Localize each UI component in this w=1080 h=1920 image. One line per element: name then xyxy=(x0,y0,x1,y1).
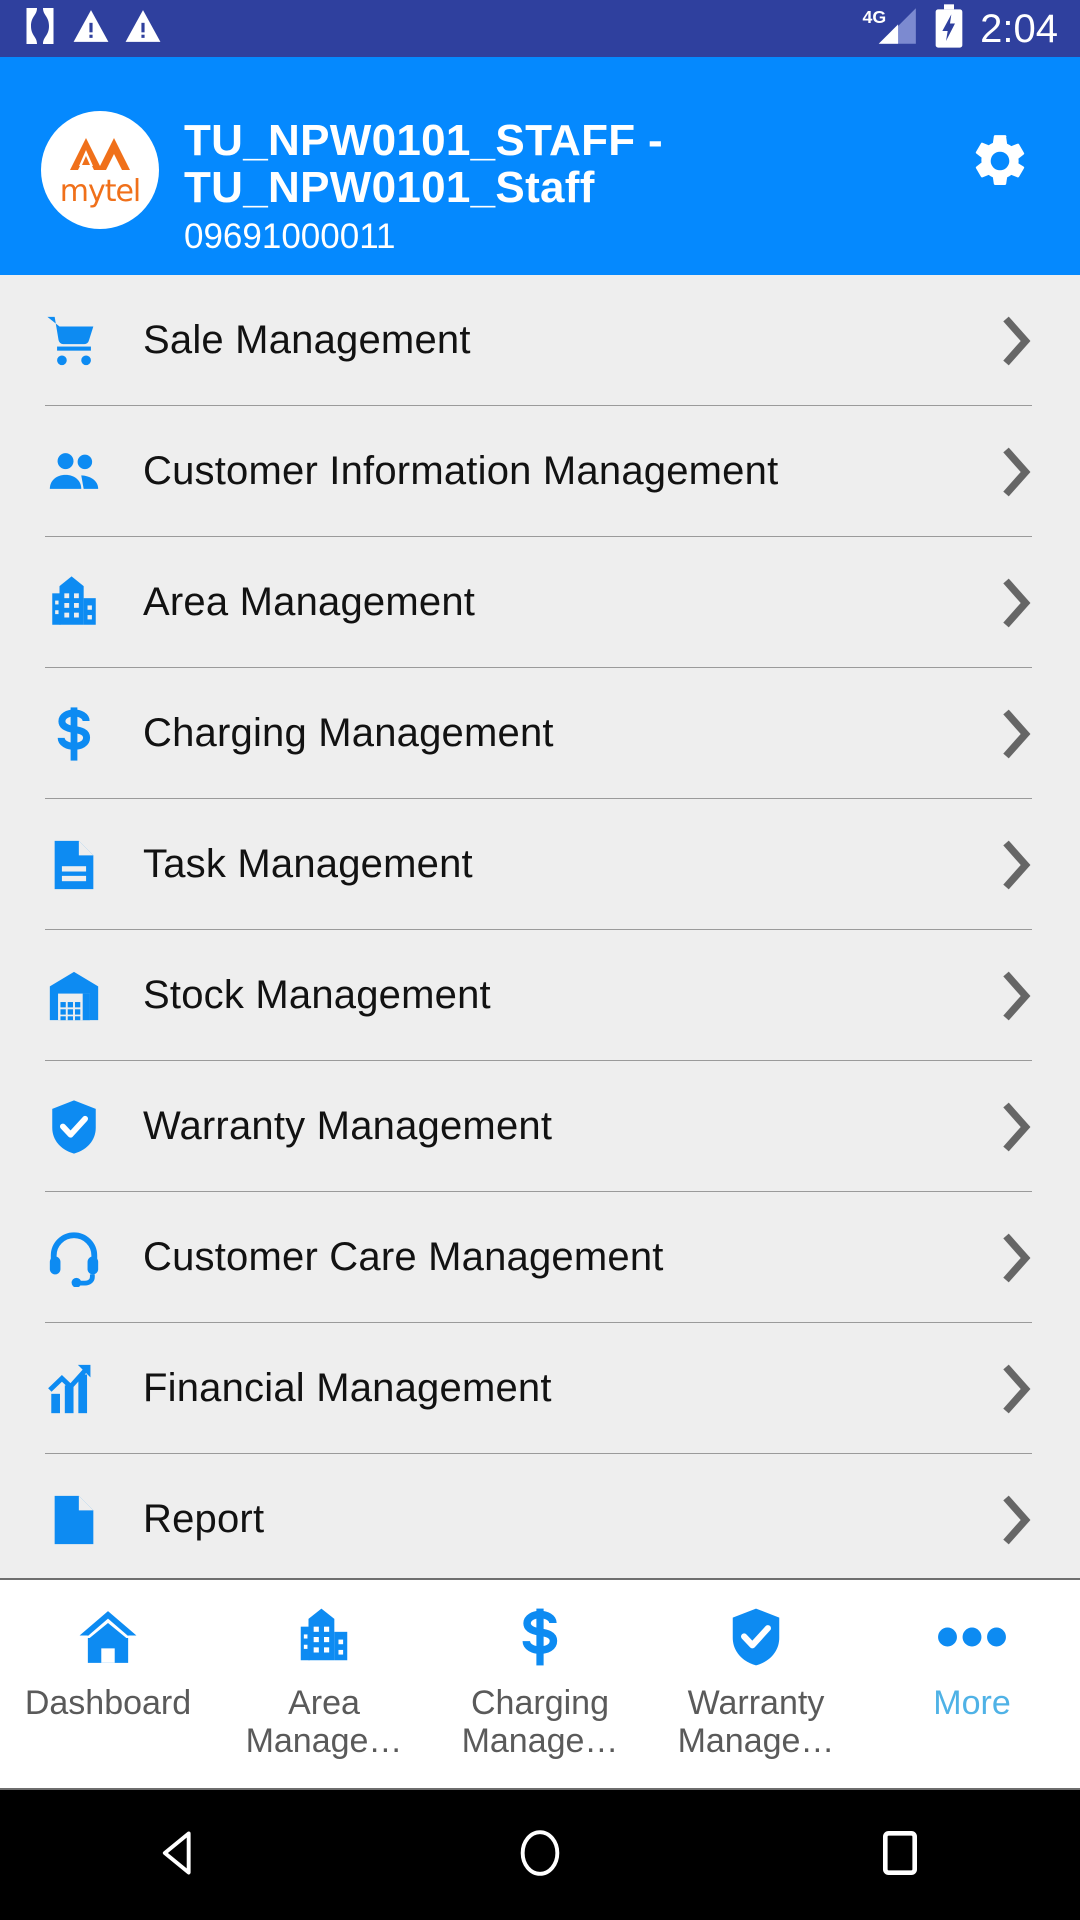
menu-item-label: Stock Management xyxy=(143,973,491,1017)
document-icon xyxy=(43,834,105,896)
headset-icon xyxy=(43,1227,105,1289)
building-icon xyxy=(43,572,105,634)
mytel-logo: mytel xyxy=(41,111,159,229)
menu-item-financial-management[interactable]: Financial Management xyxy=(0,1323,1080,1454)
shield-check-icon xyxy=(43,1096,105,1158)
app-screen: 4G 2:04 mytel TU_NPW0101_STAFF - TU_NPW0… xyxy=(0,0,1080,1920)
tab-charging-management[interactable]: Charging Manage… xyxy=(432,1580,648,1788)
back-triangle-icon xyxy=(154,1827,206,1884)
app-notification-icon xyxy=(22,6,58,51)
status-bar: 4G 2:04 xyxy=(0,0,1080,57)
chevron-right-icon xyxy=(1002,577,1032,629)
menu-item-label: Customer Care Management xyxy=(143,1235,664,1279)
tab-area-management[interactable]: Area Manage… xyxy=(216,1580,432,1788)
chevron-right-icon xyxy=(1002,839,1032,891)
svg-text:4G: 4G xyxy=(863,7,887,27)
gear-icon xyxy=(969,130,1031,197)
more-dots-icon xyxy=(937,1602,1007,1672)
header-text-block: TU_NPW0101_STAFF - TU_NPW0101_Staff 0969… xyxy=(184,117,964,257)
warehouse-icon xyxy=(43,965,105,1027)
battery-charging-icon xyxy=(934,4,964,53)
home-icon xyxy=(75,1602,141,1672)
back-button[interactable] xyxy=(120,1790,240,1920)
chevron-right-icon xyxy=(1002,1494,1032,1546)
chevron-right-icon xyxy=(1002,1363,1032,1415)
menu-item-charging-management[interactable]: Charging Management xyxy=(0,668,1080,799)
shopping-cart-icon xyxy=(43,310,105,372)
menu-item-task-management[interactable]: Task Management xyxy=(0,799,1080,930)
app-header: mytel TU_NPW0101_STAFF - TU_NPW0101_Staf… xyxy=(0,57,1080,275)
menu-item-customer-care-management[interactable]: Customer Care Management xyxy=(0,1192,1080,1323)
tab-warranty-management[interactable]: Warranty Manage… xyxy=(648,1580,864,1788)
dollar-sign-icon xyxy=(509,1602,571,1672)
menu-item-label: Warranty Management xyxy=(143,1104,553,1148)
settings-button[interactable] xyxy=(964,127,1036,199)
mytel-mountain-logo xyxy=(69,136,131,179)
people-icon xyxy=(43,441,105,503)
tab-label: Charging Manage… xyxy=(461,1684,619,1760)
building-icon xyxy=(293,1602,355,1672)
tab-label: Dashboard xyxy=(24,1684,192,1722)
warning-icon xyxy=(72,8,110,49)
chevron-right-icon xyxy=(1002,970,1032,1022)
menu-item-label: Report xyxy=(143,1497,265,1541)
chevron-right-icon xyxy=(1002,315,1032,367)
menu-item-area-management[interactable]: Area Management xyxy=(0,537,1080,668)
menu-item-label: Area Management xyxy=(143,580,476,624)
chevron-right-icon xyxy=(1002,1232,1032,1284)
menu-item-stock-management[interactable]: Stock Management xyxy=(0,930,1080,1061)
chevron-right-icon xyxy=(1002,1101,1032,1153)
home-button[interactable] xyxy=(480,1790,600,1920)
menu-item-label: Customer Information Management xyxy=(143,449,779,493)
tab-more[interactable]: More xyxy=(864,1580,1080,1788)
mytel-logo-text: mytel xyxy=(59,173,142,209)
menu-item-report[interactable]: Report xyxy=(0,1454,1080,1578)
header-phone-number: 09691000011 xyxy=(184,217,396,256)
warning-icon xyxy=(124,8,162,49)
android-navigation-bar xyxy=(0,1790,1080,1920)
chevron-right-icon xyxy=(1002,446,1032,498)
status-bar-left-icons xyxy=(22,6,162,51)
document-icon xyxy=(43,1489,105,1551)
tab-label: More xyxy=(933,1684,1011,1722)
menu-item-label: Task Management xyxy=(143,842,473,886)
menu-item-label: Charging Management xyxy=(143,711,554,755)
menu-item-customer-information-management[interactable]: Customer Information Management xyxy=(0,406,1080,537)
bar-chart-up-icon xyxy=(43,1358,105,1420)
recents-button[interactable] xyxy=(840,1790,960,1920)
tab-label: Warranty Manage… xyxy=(677,1684,835,1760)
tab-label: Area Manage… xyxy=(245,1684,403,1760)
shield-check-icon xyxy=(725,1602,787,1672)
signal-4g-icon: 4G xyxy=(862,5,918,52)
menu-item-sale-management[interactable]: Sale Management xyxy=(0,275,1080,406)
menu-item-warranty-management[interactable]: Warranty Management xyxy=(0,1061,1080,1192)
home-circle-icon xyxy=(516,1827,564,1884)
chevron-right-icon xyxy=(1002,708,1032,760)
page-title: TU_NPW0101_STAFF - TU_NPW0101_Staff xyxy=(184,116,663,212)
menu-item-label: Financial Management xyxy=(143,1366,552,1410)
dollar-sign-icon xyxy=(43,703,105,765)
recents-square-icon xyxy=(879,1827,921,1884)
status-bar-right-icons: 4G 2:04 xyxy=(862,4,1058,53)
tab-dashboard[interactable]: Dashboard xyxy=(0,1580,216,1788)
menu-item-label: Sale Management xyxy=(143,318,471,362)
bottom-navigation-bar: Dashboard Area Manage… Charging Manage… … xyxy=(0,1578,1080,1790)
main-menu-list[interactable]: Sale Management Customer Information Man… xyxy=(0,275,1080,1578)
status-bar-clock: 2:04 xyxy=(980,6,1058,51)
